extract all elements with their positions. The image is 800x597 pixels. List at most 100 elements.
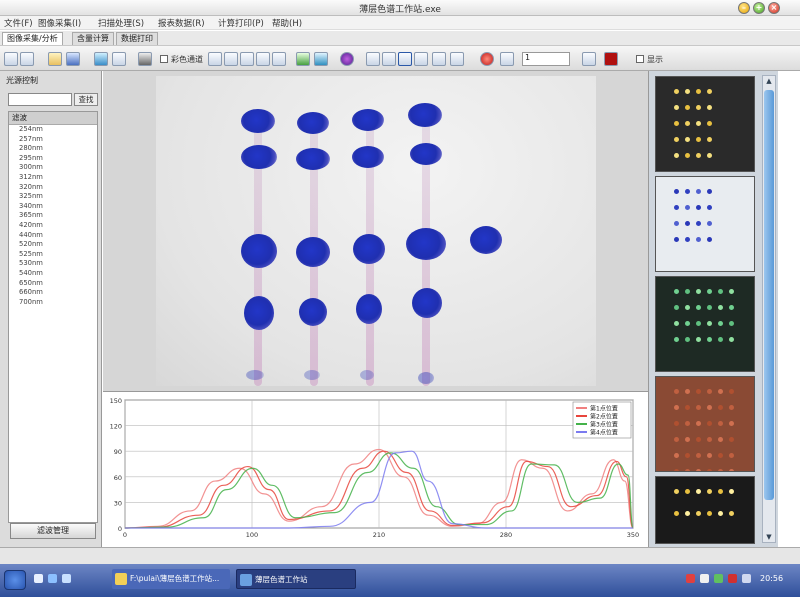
tab-image-analysis[interactable]: 图像采集/分析 [2,32,63,46]
close-button[interactable]: × [768,2,780,14]
filter-manage-button[interactable]: 滤波管理 [10,523,96,539]
menu-scan-process[interactable]: 扫描处理(S) [98,17,144,29]
thumbnail-spot [674,337,679,342]
quicklaunch-ie-icon[interactable] [34,574,43,583]
filter-item[interactable]: 650nm [9,279,97,289]
tab-data-print[interactable]: 数据打印 [116,32,158,46]
scroll-up-icon[interactable]: ▲ [764,77,774,85]
menu-report-data[interactable]: 报表数据(R) [158,17,205,29]
display-label: 显示 [647,55,663,64]
standard-spot [470,226,502,254]
legend-label: 第3点位置 [590,421,618,429]
grid-icon[interactable] [366,52,380,66]
camera-icon[interactable] [138,52,152,66]
refresh-icon[interactable] [112,52,126,66]
filter-item[interactable]: 700nm [9,298,97,308]
save-icon[interactable] [66,52,80,66]
tray-icon[interactable] [728,574,737,583]
maximize-button[interactable]: + [753,2,765,14]
spot [406,228,446,260]
plate-image-view[interactable] [103,71,648,391]
filter-item[interactable]: 325nm [9,192,97,202]
thumbnail-spot [674,469,679,471]
thumbnail-spot [718,337,723,342]
filter-item[interactable]: 440nm [9,231,97,241]
cut-icon[interactable] [432,52,446,66]
filter-item[interactable]: 320nm [9,183,97,193]
filter-item[interactable]: 280nm [9,144,97,154]
apply-icon[interactable] [582,52,596,66]
filter-item[interactable]: 340nm [9,202,97,212]
menu-image-capture[interactable]: 图像采集(I) [38,17,81,29]
filter-item[interactable]: 520nm [9,240,97,250]
chart-icon[interactable] [296,52,310,66]
filter-item[interactable]: 257nm [9,135,97,145]
y-tick-label: 60 [114,474,122,482]
search-input[interactable] [8,93,72,106]
chromatogram-chart[interactable]: 0 30 60 90 120 150 0 100 210 280 350 第1点位置 第2点位置 第3点位… [103,391,648,547]
thumbnail-2[interactable] [655,176,755,272]
value-input[interactable]: 1 [522,52,570,66]
display-checkbox[interactable] [636,55,644,63]
filter-item[interactable]: 420nm [9,221,97,231]
filter-item[interactable]: 295nm [9,154,97,164]
quicklaunch-media-icon[interactable] [62,574,71,583]
stop-icon[interactable] [480,52,494,66]
tray-icon[interactable] [686,574,695,583]
capture-icon[interactable] [94,52,108,66]
chart-svg: 0 30 60 90 120 150 0 100 210 280 350 第1点位置第2点位置第3点位… [110,397,640,539]
thumbnail-spot [674,489,679,494]
task-tlc-app[interactable]: 薄层色谱工作站 [236,569,356,589]
tlc-plate-image[interactable] [156,76,596,386]
filter-item[interactable]: 365nm [9,211,97,221]
volume-icon[interactable] [742,574,751,583]
thumbnail-3[interactable] [655,276,755,372]
filter-item[interactable]: 254nm [9,125,97,135]
tool-icon-1[interactable] [208,52,222,66]
tray-icon[interactable] [700,574,709,583]
select-icon[interactable] [382,52,396,66]
color-swatch-icon[interactable] [604,52,618,66]
filter-icon[interactable] [314,52,328,66]
spot [299,298,327,326]
open-folder-icon[interactable] [48,52,62,66]
minimize-button[interactable]: – [738,2,750,14]
quicklaunch-desktop-icon[interactable] [48,574,57,583]
thumbnail-spot [729,405,734,410]
tab-content-calc[interactable]: 含量计算 [72,32,114,46]
tool-icon-4[interactable] [256,52,270,66]
filter-item[interactable]: 300nm [9,163,97,173]
filter-item[interactable]: 660nm [9,288,97,298]
filter-item[interactable]: 540nm [9,269,97,279]
forward-icon[interactable] [20,52,34,66]
delete-icon[interactable] [450,52,464,66]
tray-icon[interactable] [714,574,723,583]
filter-item[interactable]: 312nm [9,173,97,183]
thumbnail-spot [707,421,712,426]
tool-icon-3[interactable] [240,52,254,66]
thumbnail-4[interactable] [655,376,755,472]
hand-icon[interactable] [414,52,428,66]
thumbnail-1[interactable] [655,76,755,172]
window-title: 薄层色谱工作站.exe [359,5,441,15]
color-wheel-icon[interactable] [340,52,354,66]
thumbnail-scrollbar[interactable]: ▲ ▼ [762,75,776,543]
menu-file[interactable]: 文件(F) [4,17,33,29]
menu-calc-print[interactable]: 计算打印(P) [218,17,264,29]
scrollbar-thumb[interactable] [764,90,774,500]
filter-item[interactable]: 530nm [9,259,97,269]
back-icon[interactable] [4,52,18,66]
start-button[interactable] [4,570,26,590]
thumbnail-5[interactable] [655,476,755,544]
search-button[interactable]: 查找 [74,93,98,106]
thumbnail-spot [696,405,701,410]
menu-help[interactable]: 帮助(H) [272,17,302,29]
zoom-icon[interactable] [398,52,412,66]
color-channel-checkbox[interactable] [160,55,168,63]
tool-icon-2[interactable] [224,52,238,66]
filter-item[interactable]: 525nm [9,250,97,260]
text-icon[interactable] [500,52,514,66]
task-explorer[interactable]: F:\pulai\薄层色谱工作站... [112,569,230,589]
tool-icon-5[interactable] [272,52,286,66]
scroll-down-icon[interactable]: ▼ [764,533,774,541]
